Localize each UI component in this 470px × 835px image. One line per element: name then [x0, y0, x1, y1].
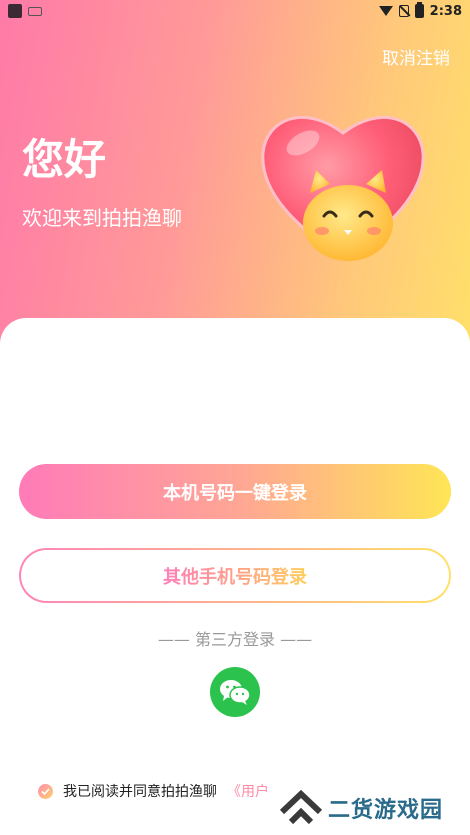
no-sim-icon: [398, 5, 409, 17]
agreement-text: 我已阅读并同意拍拍渔聊: [63, 784, 217, 800]
notification-icon: [28, 6, 42, 16]
check-icon: [41, 787, 50, 795]
watermark: 二货游戏园: [280, 788, 470, 828]
wifi-icon: [378, 6, 393, 16]
other-phone-login-inner: 其他手机号码登录: [21, 550, 449, 601]
wechat-login-button[interactable]: [210, 667, 260, 717]
cancel-deactivation-link[interactable]: 取消注销: [382, 44, 450, 69]
agreement-row: 我已阅读并同意拍拍渔聊 《用户: [38, 780, 278, 802]
status-time: 2:38: [429, 3, 462, 19]
agreement-checkbox[interactable]: [38, 783, 53, 799]
wechat-icon: [220, 680, 251, 705]
house-chevron-logo-icon: [280, 790, 322, 825]
battery-icon: [414, 2, 424, 18]
status-bar: 2:38: [0, 0, 470, 22]
one-click-login-label: 本机号码一键登录: [163, 482, 307, 504]
third-party-login-divider: —— 第三方登录 ——: [157, 630, 313, 649]
status-right: 2:38: [378, 2, 462, 19]
one-click-login-button[interactable]: 本机号码一键登录: [19, 464, 451, 519]
app-icon: [8, 4, 22, 18]
user-agreement-link[interactable]: 《用户: [227, 781, 269, 801]
other-phone-login-label: 其他手机号码登录: [163, 563, 307, 589]
welcome-subtitle: 欢迎来到拍拍渔聊: [22, 206, 182, 230]
greeting-title: 您好: [22, 135, 107, 184]
status-left: [8, 4, 42, 18]
watermark-text: 二货游戏园: [328, 797, 444, 822]
heart-cat-mascot-icon: [261, 116, 425, 261]
other-phone-login-button[interactable]: 其他手机号码登录: [19, 548, 451, 603]
